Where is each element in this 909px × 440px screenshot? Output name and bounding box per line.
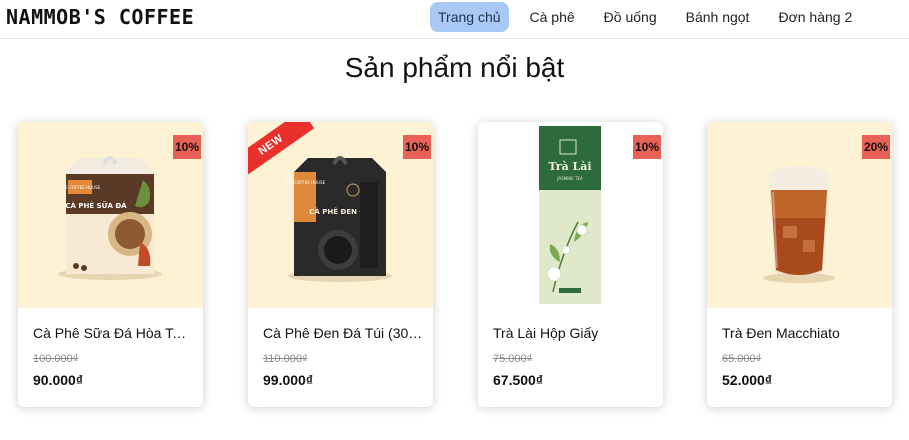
old-price: 100.000₫ — [33, 353, 79, 365]
package-title-text: Trà Lài — [548, 160, 591, 173]
section-title: Sản phẩm nổi bật — [344, 52, 565, 83]
product-name[interactable]: Trà Lài Hộp Giấy — [493, 325, 653, 341]
product-card-tra-den-macchiato[interactable]: 20% Trà Đen Macchiato 65.000₫ 52.000₫ — [707, 122, 892, 407]
discount-badge: 10% — [403, 135, 431, 159]
product-card-tra-lai[interactable]: Trà Lài JASMINE TEA 10% Trà Lài Hộp Giấy… — [478, 122, 663, 407]
discount-badge: 10% — [173, 135, 201, 159]
package-brand-text: THE COFFEE HOUSE — [284, 180, 326, 185]
nav-item-banh-ngot[interactable]: Bánh ngọt — [678, 2, 758, 32]
old-price: 65.000₫ — [722, 353, 762, 365]
product-name[interactable]: Cà Phê Đen Đá Túi (30 g... — [263, 325, 423, 341]
main-nav: Trang chủ Cà phê Đồ uống Bánh ngọt Đơn h… — [430, 2, 860, 32]
price: 90.000₫ — [33, 372, 84, 388]
product-name[interactable]: Cà Phê Sữa Đá Hòa Tan ... — [33, 325, 193, 341]
price: 52.000₫ — [722, 372, 773, 388]
price: 67.500₫ — [493, 372, 544, 388]
price: 99.000₫ — [263, 372, 314, 388]
product-image[interactable]: 20% — [707, 122, 892, 308]
nav-item-don-hang[interactable]: Đơn hàng 2 — [770, 2, 860, 32]
product-name[interactable]: Trà Đen Macchiato — [722, 325, 882, 341]
nav-item-do-uong[interactable]: Đồ uống — [596, 2, 665, 32]
package-title-text: CÀ PHÊ SỮA ĐÁ — [65, 201, 127, 210]
product-card-ca-phe-den-da[interactable]: THE COFFEE HOUSE CÀ PHÊ ĐEN ĐÁ NEW 10% C… — [248, 122, 433, 407]
nav-item-ca-phe[interactable]: Cà phê — [522, 2, 583, 32]
brand-logo[interactable]: NAMMOB'S COFFEE — [6, 5, 194, 29]
product-image[interactable]: THE COFFEE HOUSE CÀ PHÊ ĐEN ĐÁ NEW 10% — [248, 122, 433, 308]
old-price: 110.000₫ — [263, 353, 308, 365]
package-subtitle-text: JASMINE TEA — [556, 176, 583, 181]
product-card-ca-phe-sua-da[interactable]: THE COFFEE HOUSE CÀ PHÊ SỮA ĐÁ 10% Cà Ph… — [18, 122, 203, 407]
navbar: NAMMOB'S COFFEE Trang chủ Cà phê Đồ uống… — [0, 0, 909, 39]
product-image[interactable]: THE COFFEE HOUSE CÀ PHÊ SỮA ĐÁ 10% — [18, 122, 203, 308]
package-brand-text: THE COFFEE HOUSE — [59, 185, 101, 190]
old-price: 75.000₫ — [493, 353, 533, 365]
product-image[interactable]: Trà Lài JASMINE TEA 10% — [478, 122, 663, 308]
discount-badge: 10% — [633, 135, 661, 159]
nav-item-trang-chu[interactable]: Trang chủ — [430, 2, 509, 32]
discount-badge: 20% — [862, 135, 890, 159]
